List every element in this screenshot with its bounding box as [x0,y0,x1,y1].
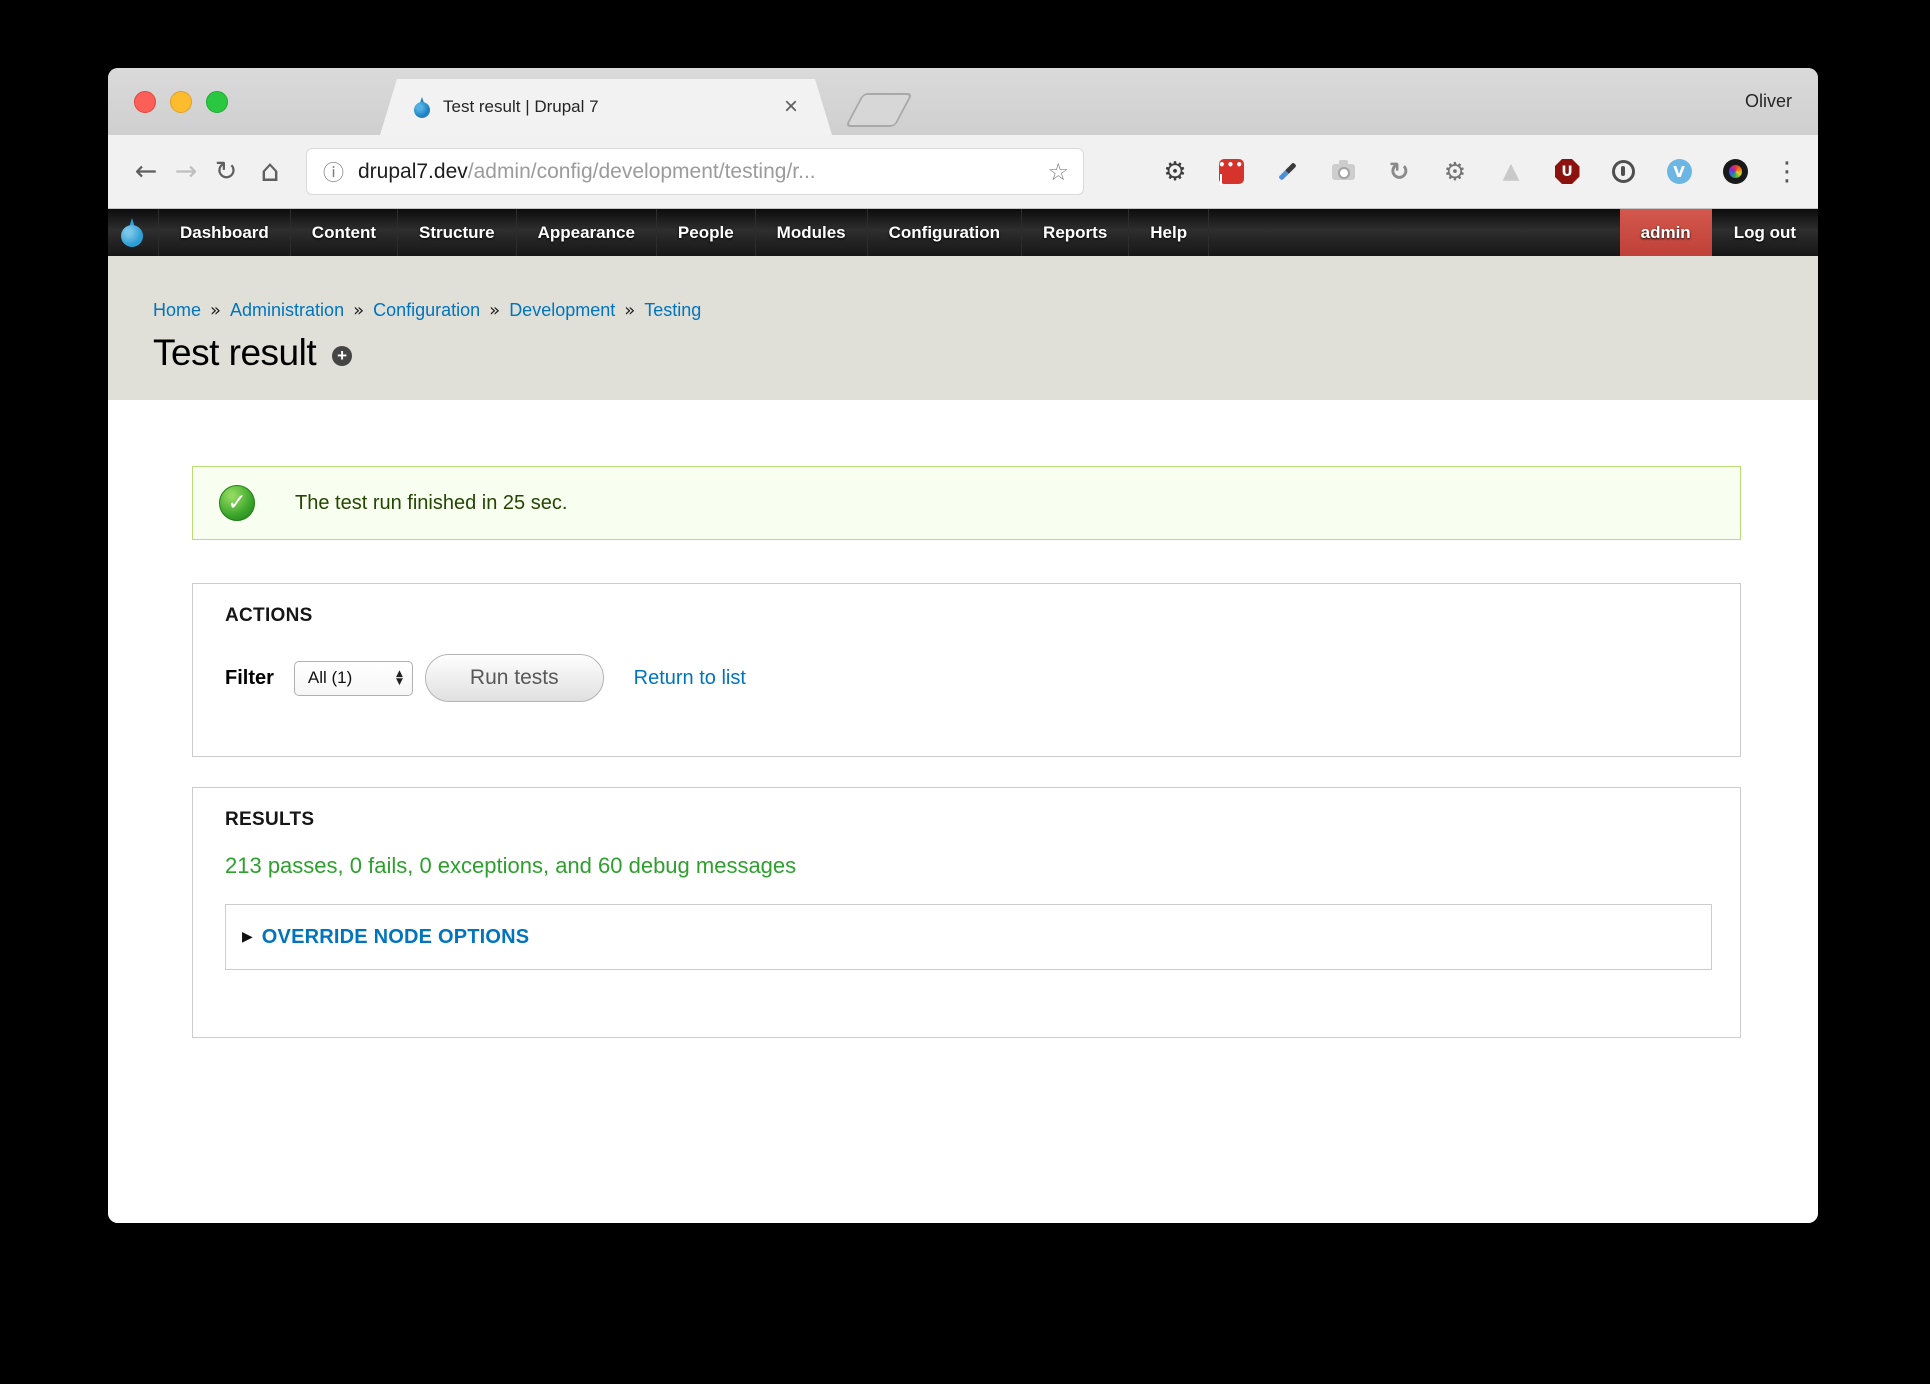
extension-icons: ⚙ ••• ↻ ⚙ ▲ U V [1162,159,1748,185]
toolbar-item-content[interactable]: Content [290,209,397,256]
toolbar-item-configuration[interactable]: Configuration [867,209,1021,256]
toolbar-item-dashboard[interactable]: Dashboard [158,209,290,256]
return-to-list-link[interactable]: Return to list [634,667,746,690]
content-area: ✓ The test run finished in 25 sec. ACTIO… [108,400,1818,1223]
userscript-gear-icon[interactable]: ⚙ [1442,159,1468,185]
keyhole-icon[interactable] [1610,159,1636,185]
success-check-icon: ✓ [219,485,255,521]
breadcrumb: Home » Administration » Configuration » Develo… [153,300,1818,321]
select-arrows-icon: ▲ ▼ [396,670,403,686]
toolbar-item-structure[interactable]: Structure [397,209,516,256]
results-summary: 213 passes, 0 fails, 0 exceptions, and 6… [225,853,1712,879]
tab-close-icon[interactable]: × [784,97,798,117]
filter-select-value: All (1) [308,668,396,688]
close-window-button[interactable] [134,91,156,113]
page-title: Test result [153,332,316,374]
url-domain: drupal7.dev [358,160,468,184]
override-node-options-toggle[interactable]: ▶ OVERRIDE NODE OPTIONS [225,904,1712,970]
results-fieldset: RESULTS 213 passes, 0 fails, 0 exception… [192,787,1741,1038]
breadcrumb-configuration[interactable]: Configuration [373,300,480,320]
toolbar-user-admin[interactable]: admin [1620,209,1712,256]
vimium-icon[interactable]: V [1666,159,1692,185]
breadcrumb-separator: » [210,300,221,321]
reload-icon[interactable]: ↻ [206,152,246,192]
results-legend: RESULTS [225,809,1712,831]
toolbar-item-reports[interactable]: Reports [1021,209,1128,256]
toolbar-spacer [1208,209,1620,256]
drupal-droplet-icon [121,218,143,247]
forward-icon: → [166,152,206,192]
breadcrumb-separator: » [489,300,500,321]
site-info-icon[interactable]: ⓘ [323,157,344,187]
breadcrumb-development[interactable]: Development [509,300,615,320]
actions-legend: ACTIONS [225,605,1712,627]
add-shortcut-icon[interactable]: + [332,346,352,366]
back-icon[interactable]: ← [126,152,166,192]
sync-refresh-icon[interactable]: ↻ [1386,159,1412,185]
minimize-window-button[interactable] [170,91,192,113]
drupal-logo[interactable] [108,209,158,256]
override-node-options-label: OVERRIDE NODE OPTIONS [262,926,530,949]
ublock-icon[interactable]: U [1554,159,1580,185]
breadcrumb-separator: » [353,300,364,321]
password-manager-icon[interactable]: ••• [1218,159,1244,185]
page-header: Home » Administration » Configuration » Develo… [108,256,1818,400]
settings-gear-icon[interactable]: ⚙ [1162,159,1188,185]
breadcrumb-separator: » [624,300,635,321]
drive-icon[interactable]: ▲ [1498,159,1524,185]
eyedropper-icon[interactable] [1274,159,1300,185]
toolbar-item-people[interactable]: People [656,209,755,256]
home-icon[interactable]: ⌂ [250,152,290,192]
chrome-menu-icon[interactable]: ⋮ [1774,157,1800,187]
url-path: /admin/config/development/testing/r... [468,160,1048,184]
run-tests-button[interactable]: Run tests [425,654,604,702]
drupal-favicon [414,97,430,118]
tab-title: Test result | Drupal 7 [443,97,784,117]
status-message: ✓ The test run finished in 25 sec. [192,466,1741,540]
new-tab-button[interactable] [845,93,913,127]
status-message-text: The test run finished in 25 sec. [295,492,567,515]
address-bar[interactable]: ⓘ drupal7.dev /admin/config/development/… [306,148,1084,195]
camera-lens-icon[interactable] [1722,159,1748,185]
chrome-toolbar: ← → ↻ ⌂ ⓘ drupal7.dev /admin/config/deve… [108,135,1818,209]
browser-window: Test result | Drupal 7 × Oliver ← → ↻ ⌂ … [108,68,1818,1223]
browser-tab[interactable]: Test result | Drupal 7 × [380,79,832,135]
toolbar-item-help[interactable]: Help [1128,209,1208,256]
toolbar-item-appearance[interactable]: Appearance [516,209,656,256]
breadcrumb-administration[interactable]: Administration [230,300,344,320]
collapsed-arrow-icon: ▶ [242,929,253,945]
filter-select[interactable]: All (1) ▲ ▼ [294,661,413,696]
profile-name[interactable]: Oliver [1745,68,1792,135]
drupal-admin-toolbar: Dashboard Content Structure Appearance P… [108,209,1818,256]
breadcrumb-home[interactable]: Home [153,300,201,320]
tab-strip: Test result | Drupal 7 × Oliver [108,68,1818,135]
camera-icon[interactable] [1330,159,1356,185]
toolbar-item-modules[interactable]: Modules [755,209,867,256]
breadcrumb-testing[interactable]: Testing [644,300,701,320]
toolbar-logout[interactable]: Log out [1712,209,1818,256]
zoom-window-button[interactable] [206,91,228,113]
filter-label: Filter [225,667,274,690]
bookmark-star-icon[interactable]: ☆ [1047,158,1069,186]
window-controls [134,68,228,135]
actions-fieldset: ACTIONS Filter All (1) ▲ ▼ Run tests Ret… [192,583,1741,757]
